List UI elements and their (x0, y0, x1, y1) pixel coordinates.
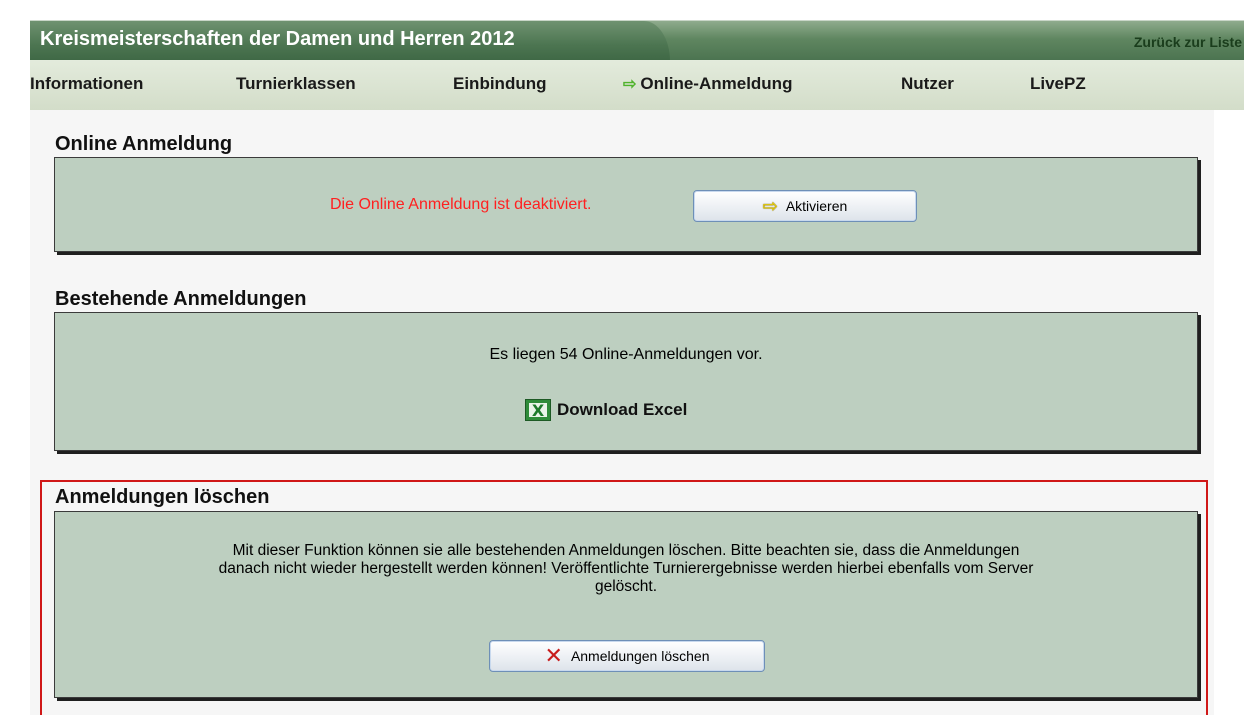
nav-item-einbindung[interactable]: Einbindung (453, 74, 546, 94)
nav-item-label: Online-Anmeldung (640, 74, 793, 93)
online-anmeldung-panel: Die Online Anmeldung ist deaktiviert. ⇨ … (54, 157, 1198, 252)
section-heading-loeschen: Anmeldungen löschen (55, 486, 270, 508)
nav-item-online-anmeldung[interactable]: ⇨ Online-Anmeldung (623, 74, 792, 94)
back-to-list-link[interactable]: Zurück zur Liste (1134, 34, 1242, 50)
activate-button[interactable]: ⇨ Aktivieren (693, 190, 917, 222)
bestehende-panel: Es liegen 54 Online-Anmeldungen vor. X D… (54, 312, 1198, 451)
title-bar: Kreismeisterschaften der Damen und Herre… (30, 20, 1244, 61)
nav-item-livepz[interactable]: LivePZ (1030, 74, 1086, 94)
tournament-nav: Informationen Turnierklassen Einbindung … (30, 60, 1244, 110)
download-excel-link[interactable]: X Download Excel (525, 399, 687, 421)
registration-status-text: Die Online Anmeldung ist deaktiviert. (330, 196, 592, 213)
section-heading-bestehende: Bestehende Anmeldungen (55, 288, 307, 310)
delete-warning-line-2: danach nicht wieder hergestellt werden k… (218, 560, 1034, 577)
loeschen-panel: Mit dieser Funktion können sie alle best… (54, 511, 1198, 698)
section-heading-online-anmeldung: Online Anmeldung (55, 133, 233, 155)
excel-icon: X (525, 399, 551, 421)
nav-item-nutzer[interactable]: Nutzer (901, 74, 954, 94)
delete-registrations-button[interactable]: ✕ Anmeldungen löschen (489, 640, 765, 672)
delete-warning-line-1: Mit dieser Funktion können sie alle best… (232, 542, 1020, 559)
nav-item-informationen[interactable]: Informationen (30, 74, 143, 94)
yellow-arrow-right-icon: ⇨ (762, 196, 778, 216)
activate-button-label: Aktivieren (785, 198, 848, 214)
delete-warning-line-3: gelöscht. (594, 578, 658, 595)
nav-item-turnierklassen[interactable]: Turnierklassen (236, 74, 356, 94)
registration-count-text: Es liegen 54 Online-Anmeldungen vor. (489, 346, 763, 363)
download-excel-label: Download Excel (557, 400, 688, 419)
page-title: Kreismeisterschaften der Damen und Herre… (40, 28, 515, 50)
delete-button-label: Anmeldungen löschen (570, 648, 710, 664)
red-x-icon: ✕ (544, 643, 563, 668)
active-arrow-icon: ⇨ (623, 76, 637, 93)
